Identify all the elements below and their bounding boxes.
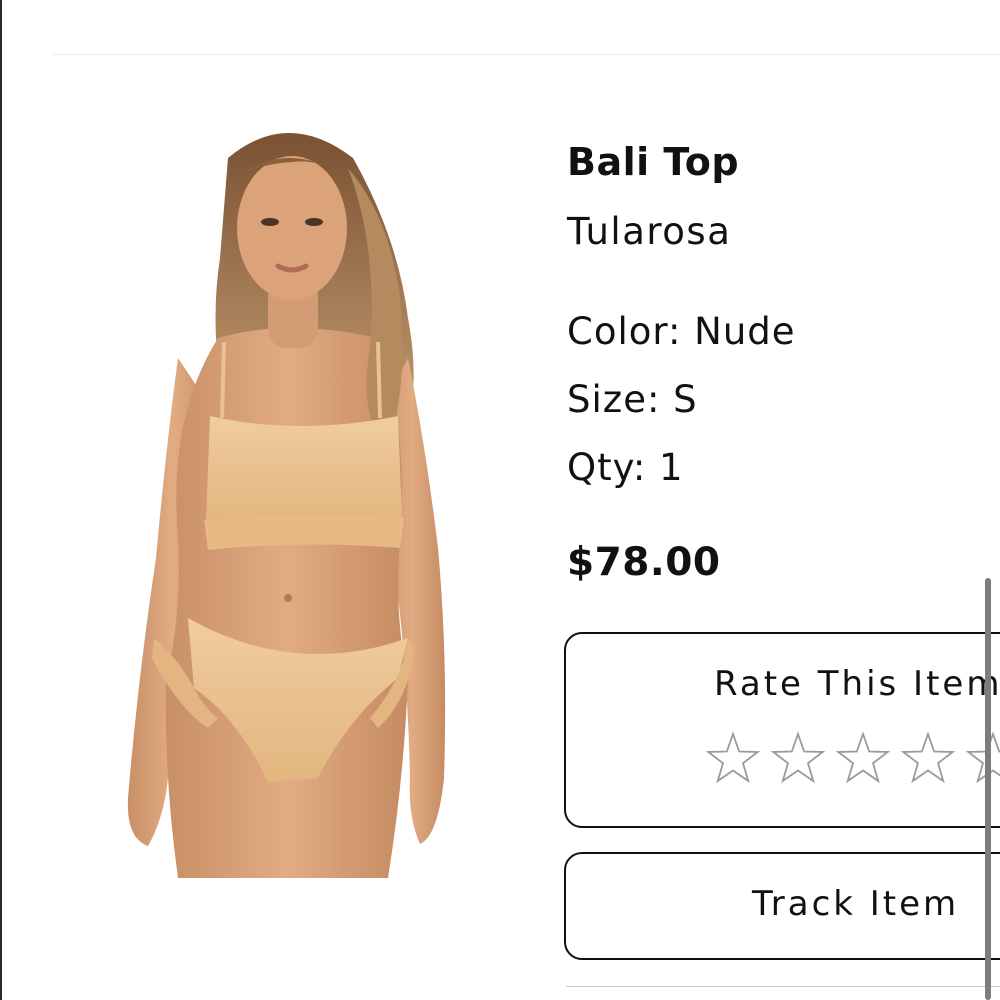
rating-label: Rate This Item <box>714 664 1000 704</box>
color-attribute: Color: Nude <box>567 310 796 353</box>
star-rating <box>705 730 1000 790</box>
star-outline-icon[interactable] <box>900 730 956 786</box>
rating-panel: Rate This Item <box>564 632 1000 828</box>
size-attribute: Size: S <box>567 378 698 421</box>
star-outline-icon[interactable] <box>770 730 826 786</box>
product-image[interactable] <box>108 118 462 878</box>
order-item-page: Bali Top Tularosa Color: Nude Size: S Qt… <box>0 0 1000 1000</box>
star-outline-icon[interactable] <box>965 730 1000 786</box>
product-price: $78.00 <box>567 540 721 585</box>
scrollbar[interactable] <box>985 578 991 1000</box>
product-title[interactable]: Bali Top <box>567 140 739 184</box>
star-outline-icon[interactable] <box>705 730 761 786</box>
header-divider <box>52 54 1000 55</box>
window-edge <box>0 0 2 1000</box>
footer-divider <box>566 986 1000 987</box>
product-brand[interactable]: Tularosa <box>567 210 731 253</box>
quantity-attribute: Qty: 1 <box>567 446 684 489</box>
track-item-label: Track Item <box>752 884 960 924</box>
star-outline-icon[interactable] <box>835 730 891 786</box>
track-item-button[interactable]: Track Item <box>564 852 1000 960</box>
